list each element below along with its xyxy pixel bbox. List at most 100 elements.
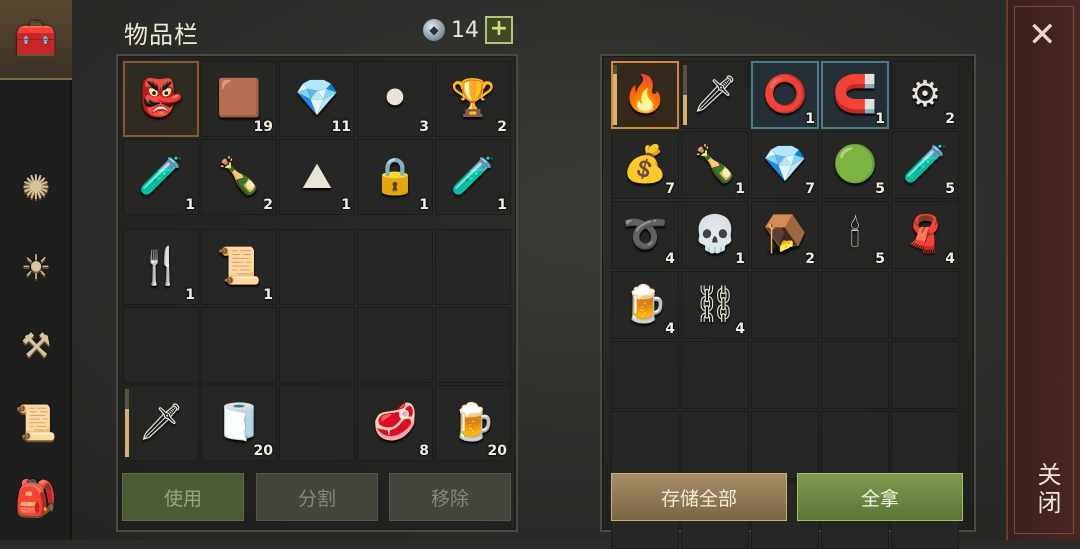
close-bar-frame [1014,6,1074,534]
slot-empty[interactable] [279,385,355,461]
slot-wooden-mug[interactable]: 🍺 4 [611,271,679,339]
slot-empty[interactable] [681,411,749,479]
split-button[interactable]: 分割 [256,473,378,521]
crafting-hammer-icon[interactable]: ⚒ [8,318,64,374]
slot-herb-ball[interactable]: 🟢 5 [821,131,889,199]
item-count: 1 [185,287,195,303]
slot-empty[interactable] [681,341,749,409]
leather-bottle-icon: 🍾 [692,144,738,185]
compass-icon[interactable]: ✺ [8,160,64,216]
item-count: 1 [263,287,273,303]
slot-empty[interactable] [279,307,355,383]
quest-scroll-icon[interactable]: 📜 [8,395,64,451]
take-all-button[interactable]: 全拿 [797,473,963,521]
left-sidebar: 🧰 ✺ ☀ ⚒ 📜 🎒 [0,0,72,540]
chest-icon[interactable]: 🧰 [8,10,64,66]
herb-ball-icon: 🟢 [832,144,878,185]
wooden-mug-icon: 🍺 [622,284,668,325]
slot-ritual-scroll[interactable]: 📜 1 [201,229,277,305]
slot-folded-cloth[interactable]: 🧣 4 [891,201,959,269]
potion-flask-icon: 🧪 [450,156,496,197]
slot-iron-clamp[interactable]: 🧲 1 [821,61,889,129]
slot-scimitar[interactable]: 🗡 [681,61,749,129]
item-count: 5 [945,181,955,197]
padlock-icon: 🔒 [372,156,418,197]
water-flask-icon: 🧪 [902,144,948,185]
slot-magic-crystal[interactable]: 💎 7 [751,131,819,199]
slot-empty[interactable] [891,271,959,339]
wooden-mug-icon: 🍺 [450,402,496,443]
item-count: 7 [665,181,675,197]
slot-candle[interactable]: 🕯 5 [821,201,889,269]
item-count: 1 [419,197,429,213]
slot-bear-trap[interactable]: 🪤 2 [751,201,819,269]
slot-grain-sack[interactable]: 💰 7 [611,131,679,199]
close-label[interactable]: 关闭 [1030,462,1065,518]
slot-potion-flask[interactable]: 🧪 1 [435,139,511,215]
slot-sword[interactable]: 🗡 [123,385,199,461]
slot-leather-bottle[interactable]: 🍾 1 [681,131,749,199]
slot-empty[interactable] [821,271,889,339]
store-all-button[interactable]: 存储全部 [611,473,787,521]
sun-book-icon[interactable]: ☀ [8,240,64,296]
use-button[interactable]: 使用 [122,473,244,521]
slot-empty[interactable] [751,341,819,409]
slot-leather-hide[interactable]: 🟫 19 [201,61,277,137]
currency-gem-icon: ◆ [423,19,445,41]
slot-empty[interactable] [821,411,889,479]
slot-empty[interactable] [611,341,679,409]
slot-empty[interactable] [435,307,511,383]
character-backpack-icon[interactable]: 🎒 [8,470,64,526]
slot-wire[interactable]: ➰ 4 [611,201,679,269]
slot-golden-goblet[interactable]: 🏆 2 [435,61,511,137]
slot-empty[interactable] [891,341,959,409]
slot-empty[interactable] [357,229,433,305]
slot-witch-mask[interactable]: 👺 [123,61,199,137]
slot-empty[interactable] [751,271,819,339]
slot-leather-collar[interactable]: ⭕ 1 [751,61,819,129]
slot-padlock[interactable]: 🔒 1 [357,139,433,215]
cloth-roll-icon: 🧻 [216,402,262,443]
slot-empty[interactable] [435,229,511,305]
slot-raw-steak[interactable]: 🥩 8 [357,385,433,461]
slot-coal[interactable]: ⚫ 3 [357,61,433,137]
item-count: 1 [497,197,507,213]
slot-leather-bottle[interactable]: 🍾 2 [201,139,277,215]
slot-empty[interactable] [279,229,355,305]
slot-empty[interactable] [201,307,277,383]
slot-sulfur-pile[interactable]: ⛰ 1 [279,139,355,215]
slot-wooden-mug[interactable]: 🍺 20 [435,385,511,461]
slot-empty[interactable] [821,341,889,409]
item-count: 4 [665,251,675,267]
close-bar[interactable]: ✕ 关闭 [1006,0,1080,540]
slot-empty[interactable] [357,307,433,383]
slot-empty[interactable] [891,411,959,479]
durability-bar [125,389,129,457]
slot-empty[interactable] [751,411,819,479]
remove-button[interactable]: 移除 [389,473,511,521]
durability-bar [613,65,617,125]
item-count: 4 [665,321,675,337]
slot-gear-part[interactable]: ⚙ 2 [891,61,959,129]
item-count: 19 [253,119,273,135]
slot-chain[interactable]: ⛓ 4 [681,271,749,339]
slot-cloth-roll[interactable]: 🧻 20 [201,385,277,461]
slot-flaming-sword[interactable]: 🔥 [611,61,679,129]
item-count: 20 [253,443,273,459]
close-icon[interactable]: ✕ [1028,18,1057,52]
item-count: 5 [875,251,885,267]
item-count: 7 [805,181,815,197]
slot-magic-crystal[interactable]: 💎 11 [279,61,355,137]
add-currency-button[interactable]: + [485,16,513,44]
slot-fork[interactable]: 🍴 1 [123,229,199,305]
slot-potion-flask[interactable]: 🧪 1 [123,139,199,215]
potion-flask-icon: 🧪 [138,156,184,197]
item-count: 1 [735,181,745,197]
item-count: 20 [487,443,507,459]
skull-icon: 💀 [692,214,738,255]
slot-empty[interactable] [611,411,679,479]
slot-skull[interactable]: 💀 1 [681,201,749,269]
slot-empty[interactable] [123,307,199,383]
inventory-grid-top: 👺 🟫 19 💎 11 ⚫ 3 🏆 2 🧪 1 🍾 2 ⛰ 1 🔒 1 🧪 1 [123,61,511,215]
slot-water-flask[interactable]: 🧪 5 [891,131,959,199]
